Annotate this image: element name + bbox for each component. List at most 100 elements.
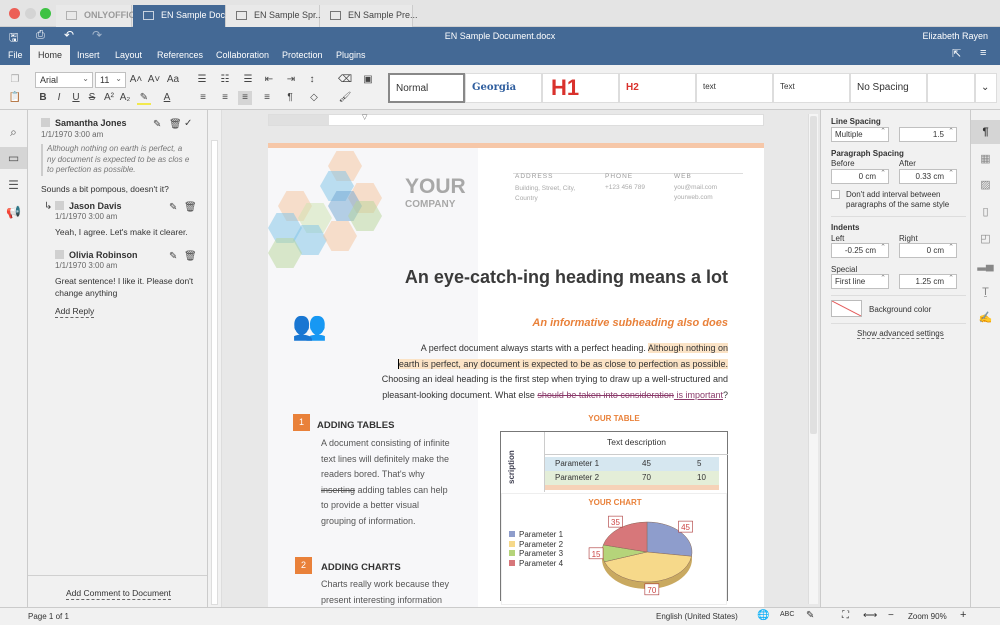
- font-size-select[interactable]: 11 ⌄: [95, 72, 126, 88]
- increase-indent-icon[interactable]: ⇥: [284, 73, 298, 87]
- add-reply-link[interactable]: Add Reply: [55, 305, 95, 318]
- align-center-icon[interactable]: ≡: [218, 91, 232, 105]
- decrease-font-icon[interactable]: A˅: [147, 73, 161, 87]
- menu-icon[interactable]: ≡: [980, 42, 986, 62]
- shape-settings-icon[interactable]: ◰: [971, 227, 1000, 251]
- bullets-icon[interactable]: ☰: [195, 73, 209, 87]
- add-comment-to-document-link[interactable]: Add Comment to Document: [66, 587, 171, 600]
- color-scheme-icon[interactable]: ▣: [361, 73, 375, 87]
- resolve-icon[interactable]: ✓: [184, 118, 192, 129]
- nonprinting-icon[interactable]: ¶: [283, 91, 297, 105]
- scrollbar-thumb[interactable]: [810, 116, 817, 434]
- line-spacing-icon[interactable]: ↕: [305, 73, 319, 87]
- zoom-in-icon[interactable]: +: [960, 609, 966, 621]
- vertical-ruler[interactable]: [208, 110, 222, 607]
- highlight-icon[interactable]: ✎: [137, 91, 151, 105]
- tab-references[interactable]: References: [157, 45, 203, 65]
- strikethrough-icon[interactable]: S: [85, 91, 99, 105]
- copy-icon[interactable]: ❐: [8, 73, 22, 87]
- image-settings-icon[interactable]: ▨: [971, 173, 1000, 197]
- navigation-icon[interactable]: ☰: [0, 174, 27, 196]
- spacing-before-input[interactable]: 0 cm: [831, 169, 889, 184]
- font-color-icon[interactable]: A: [160, 91, 174, 105]
- chart-settings-icon[interactable]: ▂▄: [971, 253, 1000, 277]
- style-text-lower[interactable]: text: [696, 73, 773, 103]
- style-h2[interactable]: H2: [619, 73, 696, 103]
- tab-insert[interactable]: Insert: [77, 45, 100, 65]
- close-window-button[interactable]: [9, 8, 20, 19]
- clear-style-icon[interactable]: ⌫: [338, 73, 352, 87]
- header-footer-icon[interactable]: ▯: [971, 200, 1000, 224]
- fit-page-icon[interactable]: ⛶: [842, 610, 849, 621]
- show-advanced-settings-link[interactable]: Show advanced settings: [857, 329, 944, 339]
- decrease-indent-icon[interactable]: ⇤: [262, 73, 276, 87]
- copy-style-icon[interactable]: 🖌: [338, 91, 352, 105]
- delete-icon[interactable]: 🗑: [184, 251, 197, 262]
- vertical-scrollbar[interactable]: [808, 114, 818, 604]
- tab-file[interactable]: File: [8, 45, 23, 65]
- style-text[interactable]: Text: [773, 73, 850, 103]
- textart-settings-icon[interactable]: Ṯ: [971, 280, 1000, 304]
- superscript-icon[interactable]: A²: [102, 91, 116, 105]
- tab-collaboration[interactable]: Collaboration: [216, 45, 269, 65]
- tab-layout[interactable]: Layout: [115, 45, 142, 65]
- numbering-icon[interactable]: ☷: [218, 73, 232, 87]
- change-case-icon[interactable]: Aa: [164, 73, 182, 87]
- style-empty[interactable]: [927, 73, 975, 103]
- tab-spreadsheet[interactable]: EN Sample Spr...: [226, 5, 323, 27]
- edit-icon[interactable]: ✎: [153, 119, 161, 130]
- multilevel-icon[interactable]: ☰: [241, 73, 255, 87]
- bold-icon[interactable]: B: [36, 91, 50, 105]
- language-select[interactable]: English (United States): [656, 612, 738, 621]
- align-right-icon[interactable]: ≡: [238, 91, 252, 105]
- underline-icon[interactable]: U: [69, 91, 83, 105]
- tab-plugins[interactable]: Plugins: [336, 45, 366, 65]
- italic-icon[interactable]: I: [52, 91, 66, 105]
- shading-icon[interactable]: ◇: [307, 91, 321, 105]
- line-spacing-mode-select[interactable]: Multiple: [831, 127, 889, 142]
- special-indent-select[interactable]: First line: [831, 274, 889, 289]
- style-h1[interactable]: H1: [542, 73, 619, 103]
- maximize-window-button[interactable]: [40, 8, 51, 19]
- style-no-spacing[interactable]: No Spacing: [850, 73, 927, 103]
- style-normal[interactable]: Normal: [388, 73, 465, 103]
- comments-icon[interactable]: ▭: [0, 147, 27, 169]
- edit-icon[interactable]: ✎: [169, 251, 177, 262]
- tab-presentation[interactable]: EN Sample Pre...: [320, 5, 418, 27]
- special-indent-value-input[interactable]: 1.25 cm: [899, 274, 957, 289]
- document-page[interactable]: YOUR COMPANY ADDRESS Building, Street, C…: [268, 143, 764, 613]
- commented-text[interactable]: earth is perfect, any document is expect…: [397, 358, 728, 369]
- search-icon[interactable]: ⌕: [0, 121, 27, 143]
- tab-document[interactable]: EN Sample Doc... ×: [133, 5, 240, 27]
- horizontal-ruler[interactable]: ▽: [268, 114, 764, 126]
- align-left-icon[interactable]: ≡: [196, 91, 210, 105]
- indent-left-input[interactable]: -0.25 cm: [831, 243, 889, 258]
- tab-home[interactable]: Home: [30, 45, 71, 65]
- globe-icon[interactable]: 🌐: [757, 610, 769, 621]
- line-spacing-value-input[interactable]: 1.5: [899, 127, 957, 142]
- feedback-icon[interactable]: 📢: [0, 201, 27, 223]
- increase-font-icon[interactable]: A˄: [129, 73, 143, 87]
- paste-icon[interactable]: 📋: [8, 91, 22, 105]
- table-settings-icon[interactable]: ▦: [971, 147, 1000, 171]
- delete-icon[interactable]: 🗑: [169, 119, 182, 130]
- signature-settings-icon[interactable]: ✍: [971, 306, 1000, 330]
- tab-protection[interactable]: Protection: [282, 45, 323, 65]
- delete-icon[interactable]: 🗑: [184, 202, 197, 213]
- indent-right-input[interactable]: 0 cm: [899, 243, 957, 258]
- font-name-select[interactable]: Arial ⌄: [35, 72, 93, 88]
- paragraph-settings-icon[interactable]: ¶: [971, 120, 1000, 144]
- indent-marker-icon[interactable]: ▽: [362, 113, 367, 121]
- tab-onlyoffice[interactable]: ONLYOFFICE: [56, 5, 141, 27]
- open-location-icon[interactable]: ⇱: [952, 42, 961, 62]
- zoom-out-icon[interactable]: −: [888, 610, 894, 621]
- minimize-window-button[interactable]: [25, 8, 36, 19]
- edit-icon[interactable]: ✎: [169, 202, 177, 213]
- fit-width-icon[interactable]: ⟷: [863, 610, 877, 621]
- no-interval-checkbox[interactable]: [831, 190, 840, 199]
- subscript-icon[interactable]: A₂: [118, 91, 132, 105]
- justify-icon[interactable]: ≡: [260, 91, 274, 105]
- chart[interactable]: YOUR CHART Parameter 1 Parameter 2 Paramet…: [501, 493, 727, 605]
- commented-text[interactable]: Although nothing on: [647, 343, 728, 353]
- style-georgia[interactable]: Georgia: [465, 73, 542, 103]
